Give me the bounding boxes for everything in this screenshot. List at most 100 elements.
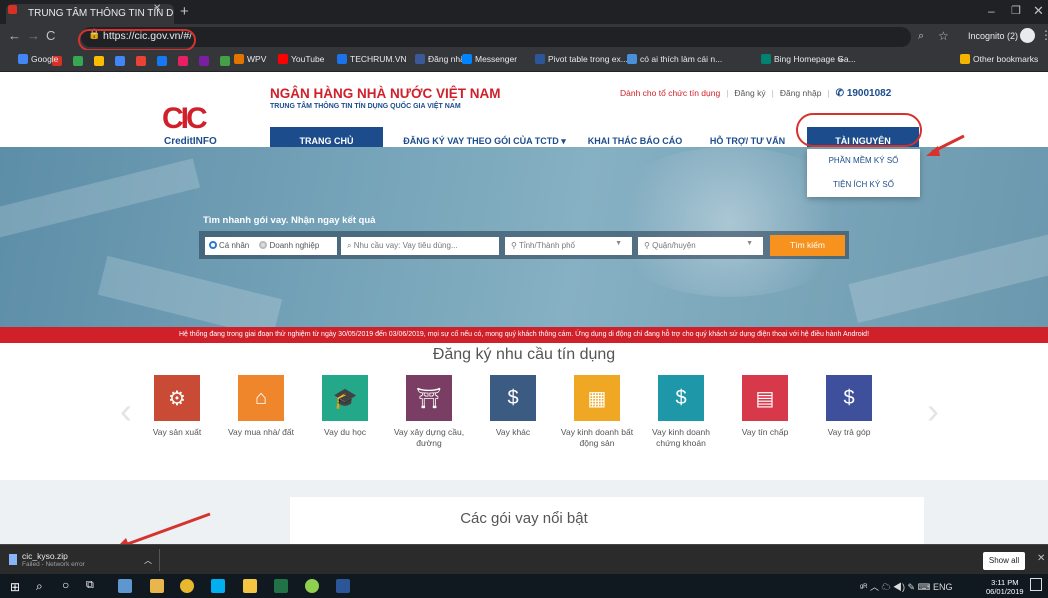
site-title: NGÂN HÀNG NHÀ NƯỚC VIỆT NAM bbox=[270, 86, 501, 101]
bookmark-shortcut-icon[interactable] bbox=[220, 56, 230, 66]
radio-individual-label[interactable]: Cá nhân bbox=[219, 241, 249, 250]
service-item[interactable]: ⛩ Vay xây dựng cầu, đường bbox=[388, 375, 470, 449]
bookmark-shortcut-icon[interactable] bbox=[94, 56, 104, 66]
excel-icon[interactable] bbox=[274, 579, 288, 593]
bookmark-favicon-icon bbox=[337, 54, 347, 64]
bookmark-shortcut-icon[interactable] bbox=[178, 56, 188, 66]
phone-icon: ✆ bbox=[835, 88, 847, 99]
district-select[interactable]: ⚲ Quận/huyện ▼ bbox=[638, 237, 763, 255]
org-link[interactable]: Dành cho tổ chức tín dụng bbox=[620, 88, 720, 98]
service-label: Vay kinh doanh bất động sản bbox=[560, 427, 634, 448]
dropdown-item-signing-utility[interactable]: TIỆN ÍCH KÝ SỐ bbox=[807, 173, 920, 197]
bookmark-shortcut-icon[interactable] bbox=[157, 56, 167, 66]
bookmark-shortcut-icon[interactable] bbox=[115, 56, 125, 66]
clock-date: 06/01/2019 bbox=[986, 587, 1024, 596]
service-item[interactable]: 🎓 Vay du học bbox=[304, 375, 386, 438]
search-button[interactable]: Tìm kiếm bbox=[770, 235, 845, 256]
service-item[interactable]: $ Vay kinh doanh chứng khoán bbox=[640, 375, 722, 449]
loan-need-input[interactable]: ⌕ Nhu cầu vay: Vay tiêu dùng... bbox=[341, 237, 499, 255]
bookmark-favicon-icon bbox=[234, 54, 244, 64]
bookmark-star-icon[interactable]: ☆ bbox=[938, 29, 949, 43]
file-explorer-icon[interactable] bbox=[150, 579, 164, 593]
show-all-button[interactable]: Show all bbox=[983, 552, 1025, 570]
bookmark-item[interactable]: có ai thích làm cái n... bbox=[627, 54, 722, 64]
bookmark-favicon-icon bbox=[627, 54, 637, 64]
bookmark-favicon-icon bbox=[415, 54, 425, 64]
radio-individual-icon[interactable] bbox=[209, 241, 217, 249]
tray-icons[interactable]: ᵍᴿ ︿ ☁ ◀) ✎ ⌨ bbox=[860, 582, 930, 592]
service-icon: $ bbox=[658, 375, 704, 421]
cortana-icon[interactable]: ○ bbox=[62, 578, 69, 592]
skype-icon[interactable] bbox=[211, 579, 225, 593]
app-icon[interactable] bbox=[305, 579, 319, 593]
search-icon[interactable]: ⌕ bbox=[36, 579, 43, 594]
system-tray: ᵍᴿ ︿ ☁ ◀) ✎ ⌨ ENG bbox=[860, 580, 953, 593]
province-value: Tỉnh/Thành phố bbox=[518, 241, 575, 250]
bookmark-label: YouTube bbox=[291, 54, 325, 64]
chevron-up-icon[interactable]: ︿ bbox=[144, 555, 152, 566]
hotline[interactable]: ✆ 19001082 bbox=[836, 88, 892, 99]
notification-icon[interactable] bbox=[1030, 578, 1042, 591]
task-view-icon[interactable]: ⧉ bbox=[86, 579, 94, 592]
service-item[interactable]: ⚙ Vay sản xuất bbox=[136, 375, 218, 438]
customer-type-radios: Cá nhân Doanh nghiệp bbox=[205, 237, 337, 255]
menu-icon[interactable]: ⋮ bbox=[1040, 28, 1048, 42]
bookmark-item[interactable]: YouTube bbox=[278, 54, 324, 64]
carousel-prev-icon[interactable]: ‹ bbox=[120, 390, 132, 432]
maximize-icon[interactable]: ❐ bbox=[1011, 4, 1021, 17]
other-bookmarks[interactable]: Other bookmarks bbox=[960, 54, 1038, 64]
bookmark-item[interactable]: TECHRUM.VN bbox=[337, 54, 407, 64]
word-icon[interactable] bbox=[336, 579, 350, 593]
register-link[interactable]: Đăng ký bbox=[734, 88, 765, 98]
new-tab-icon[interactable]: + bbox=[180, 3, 189, 20]
site-logo[interactable]: CIC bbox=[162, 102, 208, 136]
more-bookmarks-icon[interactable]: » bbox=[838, 54, 843, 64]
close-download-bar-icon[interactable]: ✕ bbox=[1037, 553, 1045, 564]
network-app-icon[interactable] bbox=[118, 579, 132, 593]
radio-business-label[interactable]: Doanh nghiệp bbox=[269, 241, 319, 250]
bookmark-shortcut-icon[interactable] bbox=[199, 56, 209, 66]
bookmark-item[interactable]: WPV bbox=[234, 54, 266, 64]
bookmark-label: Google bbox=[31, 54, 59, 64]
language-indicator[interactable]: ENG bbox=[933, 582, 953, 592]
service-item[interactable]: $ Vay trả góp bbox=[808, 375, 890, 438]
incognito-label[interactable]: Incognito (2) bbox=[968, 31, 1018, 41]
zoom-icon[interactable]: ⌕ bbox=[918, 30, 924, 43]
service-label: Vay khác bbox=[495, 427, 531, 437]
bookmark-shortcut-icon[interactable] bbox=[73, 56, 83, 66]
reload-icon[interactable]: C bbox=[46, 28, 55, 43]
incognito-icon[interactable] bbox=[1020, 28, 1035, 43]
radio-business-icon[interactable] bbox=[259, 241, 268, 249]
clock[interactable]: 3:11 PM 06/01/2019 bbox=[986, 578, 1024, 596]
zip-file-icon bbox=[9, 554, 17, 565]
forward-icon[interactable]: → bbox=[27, 28, 40, 43]
tab-close-icon[interactable]: ✕ bbox=[153, 3, 161, 14]
bookmark-item[interactable]: Pivot table trong ex... bbox=[535, 54, 628, 64]
sticky-app-icon[interactable] bbox=[243, 579, 257, 593]
windows-start-icon[interactable]: ⊞ bbox=[10, 580, 20, 594]
login-link[interactable]: Đăng nhập bbox=[780, 88, 822, 98]
bookmark-label: WPV bbox=[247, 54, 267, 64]
chrome-icon[interactable] bbox=[180, 579, 194, 593]
service-item[interactable]: ▦ Vay kinh doanh bất động sản bbox=[556, 375, 638, 449]
service-item[interactable]: $ Vay khác bbox=[472, 375, 554, 438]
download-item[interactable]: cic_kyso.zip Failed - Network error ︿ bbox=[5, 549, 160, 571]
minimize-icon[interactable]: – bbox=[988, 4, 995, 18]
notice-banner: Hệ thống đang trong giai đoạn thử nghiệm… bbox=[0, 327, 1048, 343]
province-select[interactable]: ⚲ Tỉnh/Thành phố ▼ bbox=[505, 237, 632, 255]
browser-tab[interactable]: TRUNG TÂM THÔNG TIN TÍN DỤ bbox=[6, 4, 174, 24]
map-pin-icon: ⚲ bbox=[511, 241, 519, 250]
bookmark-item[interactable]: Google bbox=[18, 54, 58, 64]
carousel-next-icon[interactable]: › bbox=[927, 390, 939, 432]
service-item[interactable]: ⌂ Vay mua nhà/ đất bbox=[220, 375, 302, 438]
bookmark-shortcut-icon[interactable] bbox=[136, 56, 146, 66]
service-label: Vay kinh doanh chứng khoán bbox=[652, 427, 710, 448]
back-icon[interactable]: ← bbox=[8, 28, 21, 43]
services-title: Đăng ký nhu cầu tín dụng bbox=[432, 346, 616, 363]
omnibox[interactable] bbox=[81, 27, 911, 47]
dropdown-item-signing-software[interactable]: PHẦN MỀM KÝ SỐ bbox=[807, 149, 920, 173]
service-item[interactable]: ▤ Vay tín chấp bbox=[724, 375, 806, 438]
clock-time: 3:11 PM bbox=[991, 578, 1019, 587]
bookmark-item[interactable]: Messenger bbox=[462, 54, 517, 64]
close-window-icon[interactable]: ✕ bbox=[1033, 3, 1044, 19]
